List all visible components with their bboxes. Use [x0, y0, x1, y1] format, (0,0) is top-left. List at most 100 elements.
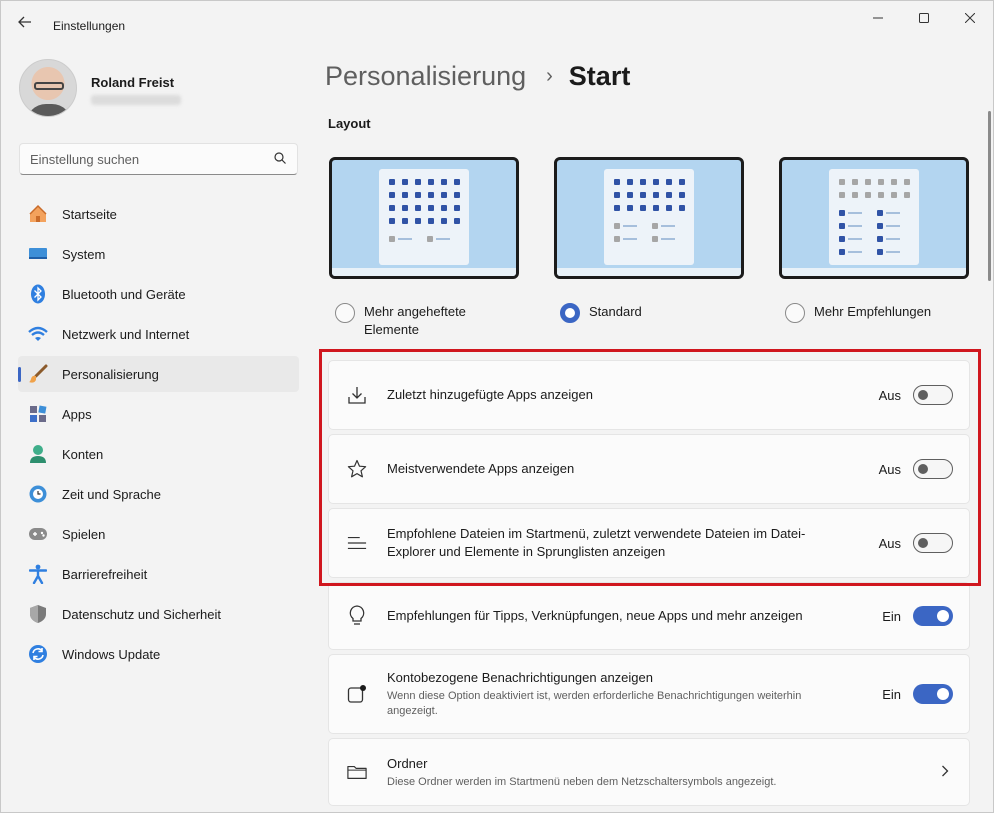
- preview-line: [886, 225, 900, 227]
- tips-recommendations-toggle[interactable]: [913, 606, 953, 626]
- sidebar-item-datenschutz[interactable]: Datenschutz und Sicherheit: [18, 596, 299, 632]
- radio-button-checked[interactable]: [560, 303, 580, 323]
- layout-preview-standard[interactable]: [554, 157, 744, 279]
- account-notifications-toggle[interactable]: [913, 684, 953, 704]
- preview-line: [886, 238, 900, 240]
- settings-window: Einstellungen Roland Freist Einstellung …: [0, 0, 994, 813]
- layout-option-more-pins[interactable]: Mehr angeheftete Elemente: [335, 303, 466, 339]
- minimize-button[interactable]: [855, 5, 901, 31]
- chevron-right-icon: [941, 764, 949, 780]
- preview-line: [661, 225, 675, 227]
- gamepad-icon: [28, 524, 48, 544]
- preview-tile: [679, 192, 685, 198]
- preview-tile: [454, 192, 460, 198]
- sidebar-item-windows-update[interactable]: Windows Update: [18, 636, 299, 672]
- sidebar-item-bluetooth[interactable]: Bluetooth und Geräte: [18, 276, 299, 312]
- layout-option-standard[interactable]: Standard: [560, 303, 642, 323]
- toggle-state-text: Ein: [882, 608, 901, 624]
- preview-tile: [441, 218, 447, 224]
- preview-line: [886, 212, 900, 214]
- search-input[interactable]: Einstellung suchen: [19, 143, 298, 175]
- bluetooth-icon: [28, 284, 48, 304]
- sidebar-item-label: Windows Update: [62, 646, 161, 662]
- highlight-frame: [319, 349, 981, 586]
- preview-tile: [640, 205, 646, 211]
- preview-tile: [878, 192, 884, 198]
- preview-tile: [904, 192, 910, 198]
- preview-line: [848, 212, 862, 214]
- person-icon: [28, 444, 48, 464]
- sidebar-item-konten[interactable]: Konten: [18, 436, 299, 472]
- preview-tile: [415, 179, 421, 185]
- wifi-icon: [28, 324, 48, 344]
- scrollbar[interactable]: [988, 111, 991, 281]
- preview-tile: [653, 205, 659, 211]
- preview-tile: [877, 210, 883, 216]
- sidebar-item-startseite[interactable]: Startseite: [18, 196, 299, 232]
- update-icon: [28, 644, 48, 664]
- sidebar-item-label: Netzwerk und Internet: [62, 326, 190, 342]
- sidebar-item-netzwerk[interactable]: Netzwerk und Internet: [18, 316, 299, 352]
- layout-option-label: Mehr Empfehlungen: [814, 304, 932, 319]
- sidebar-item-barrierefreiheit[interactable]: Barrierefreiheit: [18, 556, 299, 592]
- preview-tile: [441, 179, 447, 185]
- sidebar-item-label: System: [62, 246, 106, 262]
- layout-option-label: Standard: [589, 304, 642, 319]
- preview-tile: [428, 218, 434, 224]
- preview-tile: [627, 205, 633, 211]
- layout-preview-more-pins[interactable]: [329, 157, 519, 279]
- layout-option-more-recommendations[interactable]: Mehr Empfehlungen: [785, 303, 931, 323]
- preview-tile: [454, 205, 460, 211]
- setting-folders[interactable]: Ordner Diese Ordner werden im Startmenü …: [328, 738, 970, 806]
- search-icon: [274, 152, 286, 164]
- breadcrumb-parent[interactable]: Personalisierung: [325, 61, 526, 92]
- preview-tile: [839, 192, 845, 198]
- preview-tile: [852, 179, 858, 185]
- clock-globe-icon: [28, 484, 48, 504]
- preview-tile: [839, 179, 845, 185]
- preview-tile: [865, 179, 871, 185]
- preview-line: [848, 225, 862, 227]
- folder-icon: [347, 762, 367, 782]
- maximize-button[interactable]: [901, 5, 947, 31]
- preview-tile: [389, 218, 395, 224]
- accessibility-icon: [28, 564, 48, 584]
- preview-tile: [653, 179, 659, 185]
- preview-tile: [402, 218, 408, 224]
- setting-title: Kontobezogene Benachrichtigungen anzeige…: [387, 670, 653, 685]
- sidebar-item-label: Apps: [62, 406, 92, 422]
- preview-tile: [402, 192, 408, 198]
- lightbulb-icon: [347, 605, 367, 626]
- preview-tile: [640, 179, 646, 185]
- preview-tile: [652, 223, 658, 229]
- setting-description: Wenn diese Option deaktiviert ist, werde…: [387, 690, 802, 717]
- setting-account-notifications: Kontobezogene Benachrichtigungen anzeige…: [328, 654, 970, 734]
- preview-tile: [415, 192, 421, 198]
- sidebar-item-personalisierung[interactable]: Personalisierung: [18, 356, 299, 392]
- preview-tile: [666, 179, 672, 185]
- sidebar-item-zeit-sprache[interactable]: Zeit und Sprache: [18, 476, 299, 512]
- sidebar-item-spielen[interactable]: Spielen: [18, 516, 299, 552]
- maximize-icon: [919, 13, 929, 23]
- radio-button[interactable]: [335, 303, 355, 323]
- sidebar-item-system[interactable]: System: [18, 236, 299, 272]
- title-bar: Einstellungen: [1, 1, 993, 41]
- preview-tile: [428, 179, 434, 185]
- arrow-left-icon: [18, 16, 31, 28]
- preview-tile: [839, 210, 845, 216]
- preview-tile: [839, 249, 845, 255]
- preview-tile: [402, 179, 408, 185]
- back-button[interactable]: [11, 11, 39, 33]
- preview-tile: [904, 179, 910, 185]
- preview-line: [623, 238, 637, 240]
- radio-button[interactable]: [785, 303, 805, 323]
- preview-tile: [891, 179, 897, 185]
- preview-tile: [402, 205, 408, 211]
- layout-preview-more-recommendations[interactable]: [779, 157, 969, 279]
- preview-tile: [441, 205, 447, 211]
- preview-tile: [627, 192, 633, 198]
- preview-tile: [389, 179, 395, 185]
- close-button[interactable]: [947, 5, 993, 31]
- sidebar-item-apps[interactable]: Apps: [18, 396, 299, 432]
- user-profile[interactable]: Roland Freist: [19, 59, 181, 117]
